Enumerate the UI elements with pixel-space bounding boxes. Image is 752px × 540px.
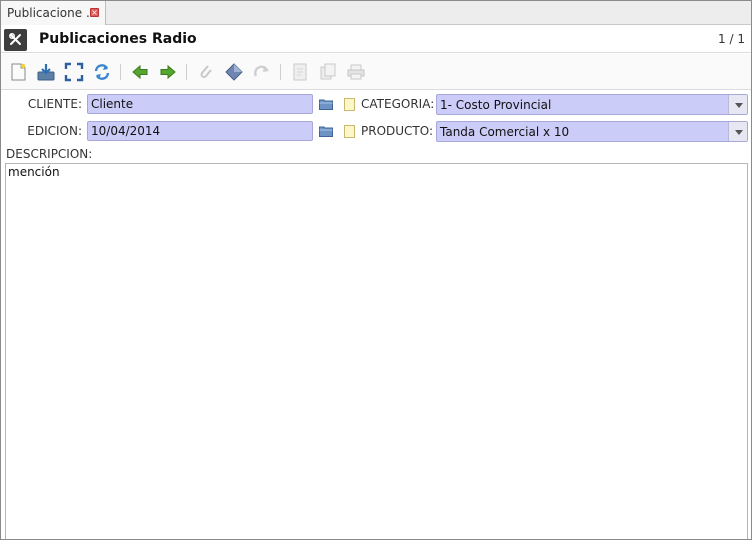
categoria-value: 1- Costo Provincial: [440, 98, 552, 112]
tab-strip: Publicacione ... ×: [1, 1, 751, 25]
copy-icon[interactable]: [318, 62, 338, 82]
toolbar-separator: [120, 64, 121, 80]
new-icon[interactable]: [8, 62, 28, 82]
close-icon[interactable]: ×: [90, 8, 99, 17]
descripcion-label: DESCRIPCION:: [6, 147, 93, 161]
tab-label: Publicacione ...: [7, 6, 98, 20]
chevron-down-icon[interactable]: [728, 95, 747, 114]
save-icon[interactable]: [36, 62, 56, 82]
toolbar-separator: [280, 64, 281, 80]
redo-icon[interactable]: [252, 62, 272, 82]
tab-publicaciones[interactable]: Publicacione ... ×: [1, 1, 106, 25]
cliente-label: CLIENTE:: [27, 97, 82, 111]
folder-icon[interactable]: [319, 98, 333, 110]
page-title: Publicaciones Radio: [39, 31, 197, 47]
producto-label: PRODUCTO:: [361, 124, 434, 138]
arrow-right-icon[interactable]: [158, 62, 178, 82]
refresh-icon[interactable]: [92, 62, 112, 82]
tools-icon: [4, 29, 27, 51]
print-icon[interactable]: [346, 62, 366, 82]
categoria-select[interactable]: 1- Costo Provincial: [436, 94, 748, 115]
toolbar: [1, 54, 751, 90]
cliente-field[interactable]: [87, 94, 313, 114]
attach-icon[interactable]: [196, 62, 216, 82]
app-window: Publicacione ... × Publicaciones Radio 1…: [0, 0, 752, 540]
producto-select[interactable]: Tanda Comercial x 10: [436, 121, 748, 142]
toolbar-separator: [186, 64, 187, 80]
note-icon[interactable]: [344, 125, 355, 138]
record-pager: 1 / 1: [718, 32, 745, 46]
fullscreen-icon[interactable]: [64, 62, 84, 82]
note-icon[interactable]: [344, 98, 355, 111]
report-icon[interactable]: [290, 62, 310, 82]
arrow-left-icon[interactable]: [130, 62, 150, 82]
edicion-label: EDICION:: [27, 124, 82, 138]
folder-icon[interactable]: [319, 125, 333, 137]
window-header: Publicaciones Radio 1 / 1: [1, 26, 751, 53]
diamond-icon[interactable]: [224, 62, 244, 82]
producto-value: Tanda Comercial x 10: [440, 125, 570, 139]
descripcion-textarea[interactable]: mención: [5, 163, 748, 539]
categoria-label: CATEGORIA:: [361, 97, 435, 111]
edicion-field[interactable]: [87, 121, 313, 141]
chevron-down-icon[interactable]: [728, 122, 747, 141]
